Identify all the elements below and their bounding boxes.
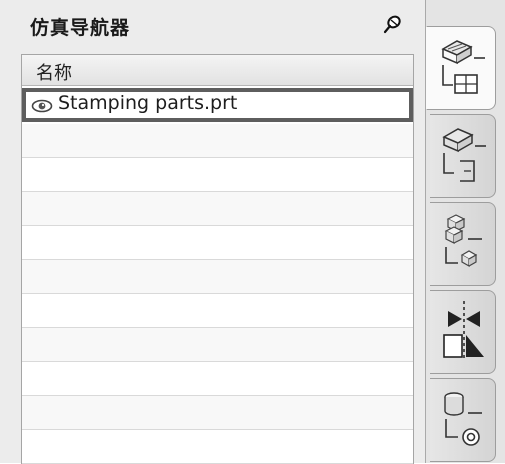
tab-constraint-navigator[interactable]	[430, 290, 496, 374]
empty-row	[22, 362, 413, 396]
list-item-label: Stamping parts.prt	[58, 92, 238, 114]
tab-assembly-navigator[interactable]	[430, 202, 496, 286]
resource-bar	[426, 0, 505, 463]
tab-simulation-file-view[interactable]	[430, 114, 496, 198]
column-header-label: 名称	[36, 63, 72, 84]
empty-row	[22, 260, 413, 294]
simulation-navigator-icon	[441, 40, 485, 94]
empty-row	[22, 226, 413, 260]
list-item[interactable]: Stamping parts.prt	[22, 88, 413, 122]
column-header-name[interactable]: 名称	[22, 55, 413, 86]
eye-icon[interactable]	[31, 98, 53, 113]
empty-row	[22, 158, 413, 192]
pin-icon[interactable]	[381, 13, 403, 35]
empty-row	[22, 294, 413, 328]
roles-icon	[444, 392, 482, 446]
panel-header: 仿真导航器	[0, 0, 425, 46]
app-window: 仿真导航器 名称 Stamping parts.prt	[0, 0, 505, 464]
empty-row	[22, 328, 413, 362]
simulation-file-view-icon	[442, 128, 486, 182]
panel-title: 仿真导航器	[30, 17, 131, 39]
empty-row	[22, 430, 413, 464]
assembly-navigator-icon	[444, 214, 482, 268]
empty-row	[22, 124, 413, 158]
simulation-navigator-panel: 仿真导航器 名称 Stamping parts.prt	[0, 0, 426, 464]
navigator-list: 名称 Stamping parts.prt	[21, 54, 414, 464]
empty-row	[22, 192, 413, 226]
constraint-navigator-icon	[443, 301, 484, 359]
empty-row	[22, 396, 413, 430]
tab-roles[interactable]	[430, 378, 496, 462]
tab-simulation-navigator[interactable]	[426, 26, 496, 110]
